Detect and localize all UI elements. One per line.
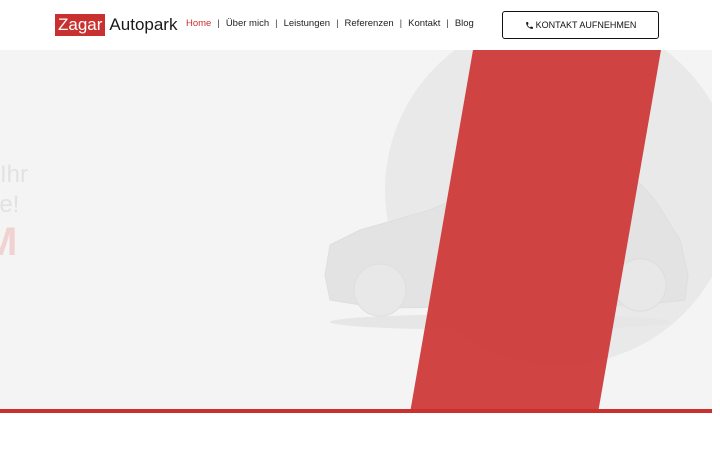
main-nav: Home | Über mich | Leistungen | Referenz… [186, 18, 474, 29]
hero-headline: Ihr sive! M [0, 160, 28, 264]
nav-item-ueber-mich[interactable]: Über mich [226, 18, 269, 29]
hero-background [324, 50, 712, 413]
hero-line-2: sive! [0, 191, 20, 218]
hero-section: Ihr sive! M [0, 50, 712, 413]
nav-separator: | [336, 18, 339, 29]
contact-button-label: KONTAKT AUFNEHMEN [535, 20, 637, 30]
nav-item-kontakt[interactable]: Kontakt [408, 18, 440, 29]
hero-line-3: M [0, 220, 18, 264]
nav-item-leistungen[interactable]: Leistungen [284, 18, 330, 29]
contact-button[interactable]: KONTAKT AUFNEHMEN [502, 11, 659, 39]
phone-icon [525, 21, 533, 29]
nav-separator: | [446, 18, 449, 29]
hero-bottom-border [0, 409, 712, 413]
nav-separator: | [399, 18, 403, 29]
nav-separator: | [217, 18, 220, 29]
nav-item-referenzen[interactable]: Referenzen [345, 18, 394, 29]
nav-separator: | [275, 18, 278, 29]
nav-item-blog[interactable]: Blog [455, 18, 474, 29]
logo[interactable]: Zagar Autopark [55, 14, 177, 36]
logo-text: Autopark [109, 15, 178, 34]
site-header: Zagar Autopark Home | Über mich | Leistu… [0, 0, 720, 50]
logo-box-text: Zagar [55, 14, 106, 36]
nav-item-home[interactable]: Home [186, 18, 211, 29]
hero-line-1: Ihr [0, 161, 29, 188]
